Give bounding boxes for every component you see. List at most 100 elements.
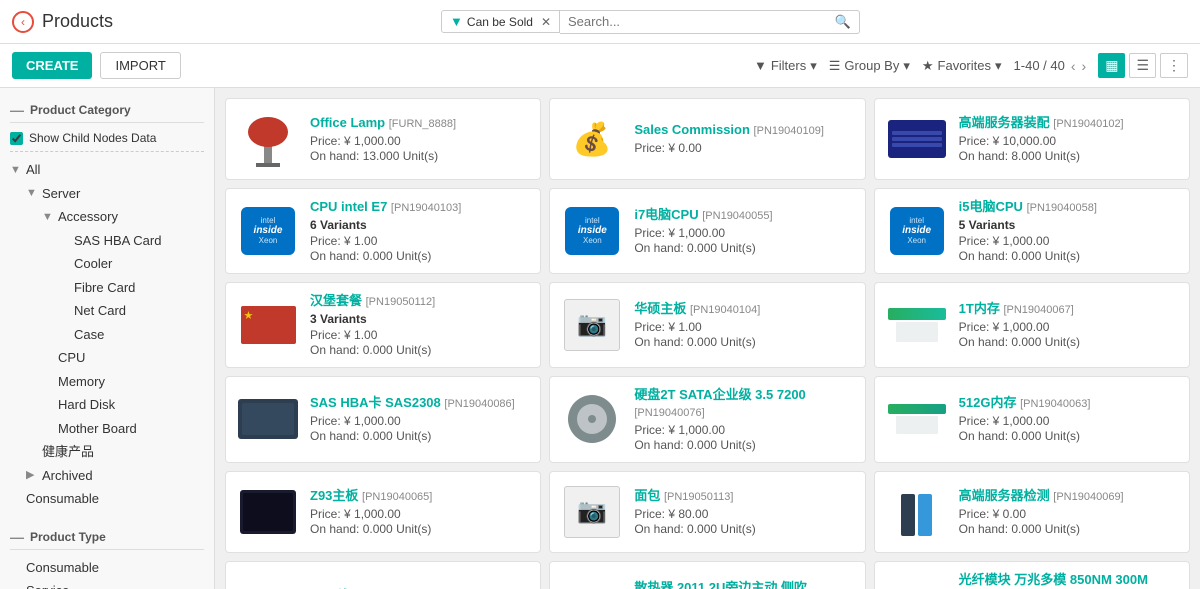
product-name[interactable]: 光纤模块 万兆多模 850NM 300M [PN19040081]	[959, 572, 1179, 589]
favorites-chevron: ▾	[995, 58, 1002, 74]
product-name[interactable]: 汉堡套餐 [PN19050112]	[310, 293, 530, 310]
tree-item-archived[interactable]: ▶ Archived	[10, 464, 204, 488]
product-card[interactable]: 高端服务器检测 [PN19040069]Price: ¥ 0.00On hand…	[874, 471, 1190, 553]
product-name[interactable]: Sales Commission [PN19040109]	[634, 122, 854, 139]
tree-item-health[interactable]: 健康产品	[10, 440, 204, 464]
product-name[interactable]: 硬盘2T SATA企业级 3.5 7200 [PN19040076]	[634, 387, 854, 421]
search-icon[interactable]: 🔍	[835, 14, 851, 30]
product-stock: On hand: 0.000 Unit(s)	[634, 241, 854, 255]
tree-item-cooler[interactable]: Cooler	[10, 252, 204, 276]
tree-item-all[interactable]: ▼ All	[10, 158, 204, 182]
product-card[interactable]: SAS线 8087-4 [PN19040088]Price: ¥ 1,000.0…	[225, 561, 541, 589]
tree-label-all: All	[26, 160, 204, 180]
product-name[interactable]: 高端服务器装配 [PN19040102]	[959, 115, 1179, 132]
top-bar: ‹ Products ▼ Can be Sold ✕ 🔍	[0, 0, 1200, 44]
tree-item-hard-disk[interactable]: Hard Disk	[10, 393, 204, 417]
prev-page-button[interactable]: ‹	[1071, 58, 1076, 74]
product-name[interactable]: 面包 [PN19050113]	[634, 488, 854, 505]
product-type-section: — Product Type Consumable Service Storab…	[0, 515, 214, 589]
product-price: Price: ¥ 1,000.00	[959, 234, 1179, 248]
filter-icon: ▼	[450, 14, 463, 29]
tree-item-server[interactable]: ▼ Server	[10, 182, 204, 206]
product-image	[236, 582, 300, 589]
create-button[interactable]: CREATE	[12, 52, 92, 79]
product-card[interactable]: 光纤模块 万兆多模 850NM 300M [PN19040081]2 Varia…	[874, 561, 1190, 589]
search-input[interactable]	[568, 14, 835, 29]
tree-item-memory[interactable]: Memory	[10, 370, 204, 394]
type-item-service[interactable]: Service	[10, 579, 204, 589]
tree-label-fibre: Fibre Card	[74, 278, 204, 298]
product-sku: [PN19040103]	[391, 202, 461, 214]
import-button[interactable]: IMPORT	[100, 52, 180, 79]
list-view-button[interactable]: ☰	[1129, 53, 1156, 78]
group-by-dropdown[interactable]: ☰ Group By ▾	[829, 58, 910, 74]
product-card[interactable]: 硬盘2T SATA企业级 3.5 7200 [PN19040076] Price:…	[549, 376, 865, 463]
product-price: Price: ¥ 0.00	[959, 507, 1179, 521]
tree-item-mother-board[interactable]: Mother Board	[10, 417, 204, 441]
product-name[interactable]: i7电脑CPU [PN19040055]	[634, 207, 854, 224]
tree-label-cooler: Cooler	[74, 254, 204, 274]
product-card[interactable]: 512G内存 [PN19040063]Price: ¥ 1,000.00On h…	[874, 376, 1190, 463]
product-card[interactable]: intel inside Xeon CPU intel E7 [PN190401…	[225, 188, 541, 274]
detail-view-button[interactable]: ⋮	[1160, 53, 1188, 78]
dash-icon2: —	[10, 529, 24, 545]
filters-dropdown[interactable]: ▼ Filters ▾	[754, 58, 817, 74]
tree-item-net-card[interactable]: Net Card	[10, 299, 204, 323]
product-name[interactable]: 512G内存 [PN19040063]	[959, 395, 1179, 412]
product-name[interactable]: 1T内存 [PN19040067]	[959, 301, 1179, 318]
show-child-checkbox[interactable]	[10, 132, 23, 145]
product-name[interactable]: i5电脑CPU [PN19040058]	[959, 199, 1179, 216]
tree-item-case[interactable]: Case	[10, 323, 204, 347]
back-button[interactable]: ‹	[12, 11, 34, 33]
favorites-dropdown[interactable]: ★ Favorites ▾	[922, 58, 1002, 74]
product-name[interactable]: SAS HBA卡 SAS2308 [PN19040086]	[310, 395, 530, 412]
product-name[interactable]: 高端服务器检测 [PN19040069]	[959, 488, 1179, 505]
product-card[interactable]: 高端服务器装配 [PN19040102]Price: ¥ 10,000.00On…	[874, 98, 1190, 180]
product-info: 512G内存 [PN19040063]Price: ¥ 1,000.00On h…	[959, 395, 1179, 443]
tree-label-health: 健康产品	[42, 442, 204, 462]
product-card[interactable]: Office Lamp [FURN_8888]Price: ¥ 1,000.00…	[225, 98, 541, 180]
dash-icon: —	[10, 102, 24, 118]
tree-item-accessory[interactable]: ▼ Accessory	[10, 205, 204, 229]
product-category-section: — Product Category Show Child Nodes Data…	[0, 88, 214, 515]
product-info: 光纤模块 万兆多模 850NM 300M [PN19040081]2 Varia…	[959, 572, 1179, 589]
main-layout: — Product Category Show Child Nodes Data…	[0, 88, 1200, 589]
product-card[interactable]: SAS HBA卡 SAS2308 [PN19040086]Price: ¥ 1,…	[225, 376, 541, 463]
grid-view-button[interactable]: ▦	[1098, 53, 1125, 78]
filter-close-button[interactable]: ✕	[537, 15, 551, 29]
show-child-nodes[interactable]: Show Child Nodes Data	[10, 129, 204, 152]
product-card[interactable]: 1T内存 [PN19040067]Price: ¥ 1,000.00On han…	[874, 282, 1190, 368]
product-name[interactable]: 华硕主板 [PN19040104]	[634, 301, 854, 318]
product-card[interactable]: 📷面包 [PN19050113]Price: ¥ 80.00On hand: 0…	[549, 471, 865, 553]
product-name[interactable]: CPU intel E7 [PN19040103]	[310, 199, 530, 216]
product-card[interactable]: 🌀散热器 2011 2U旁边主动 侧吹 [PN19040078]Price: ¥…	[549, 561, 865, 589]
type-item-consumable[interactable]: Consumable	[10, 556, 204, 580]
product-sku: [PN19040076]	[634, 407, 704, 419]
tree-label-sas-hba: SAS HBA Card	[74, 231, 204, 251]
tree-label-memory: Memory	[58, 372, 204, 392]
product-card[interactable]: Z93主板 [PN19040065]Price: ¥ 1,000.00On ha…	[225, 471, 541, 553]
product-image: 📷	[560, 482, 624, 542]
tree-item-cpu[interactable]: CPU	[10, 346, 204, 370]
product-card[interactable]: intel inside Xeon i5电脑CPU [PN19040058]5 …	[874, 188, 1190, 274]
product-info: Office Lamp [FURN_8888]Price: ¥ 1,000.00…	[310, 115, 530, 163]
next-page-button[interactable]: ›	[1082, 58, 1087, 74]
tree-item-fibre-card[interactable]: Fibre Card	[10, 276, 204, 300]
product-card[interactable]: intel inside Xeon i7电脑CPU [PN19040055]Pr…	[549, 188, 865, 274]
product-name[interactable]: 散热器 2011 2U旁边主动 侧吹 [PN19040078]	[634, 580, 854, 589]
product-sku: [PN19040069]	[1053, 491, 1123, 503]
product-card[interactable]: 📷华硕主板 [PN19040104]Price: ¥ 1.00On hand: …	[549, 282, 865, 368]
product-sku: [PN19040058]	[1027, 202, 1097, 214]
product-card[interactable]: 💰Sales Commission [PN19040109]Price: ¥ 0…	[549, 98, 865, 180]
product-card[interactable]: ★汉堡套餐 [PN19050112]3 VariantsPrice: ¥ 1.0…	[225, 282, 541, 368]
search-box[interactable]: 🔍	[560, 10, 860, 34]
product-name[interactable]: Z93主板 [PN19040065]	[310, 488, 530, 505]
tree-item-sas-hba[interactable]: SAS HBA Card	[10, 229, 204, 253]
tree-toggle-accessory: ▼	[42, 209, 58, 226]
product-name[interactable]: Office Lamp [FURN_8888]	[310, 115, 530, 132]
product-price: Price: ¥ 1,000.00	[634, 423, 854, 437]
active-filter-tag[interactable]: ▼ Can be Sold ✕	[441, 10, 560, 33]
tree-label-accessory: Accessory	[58, 207, 204, 227]
product-stock: On hand: 8.000 Unit(s)	[959, 149, 1179, 163]
tree-item-consumable[interactable]: Consumable	[10, 487, 204, 511]
